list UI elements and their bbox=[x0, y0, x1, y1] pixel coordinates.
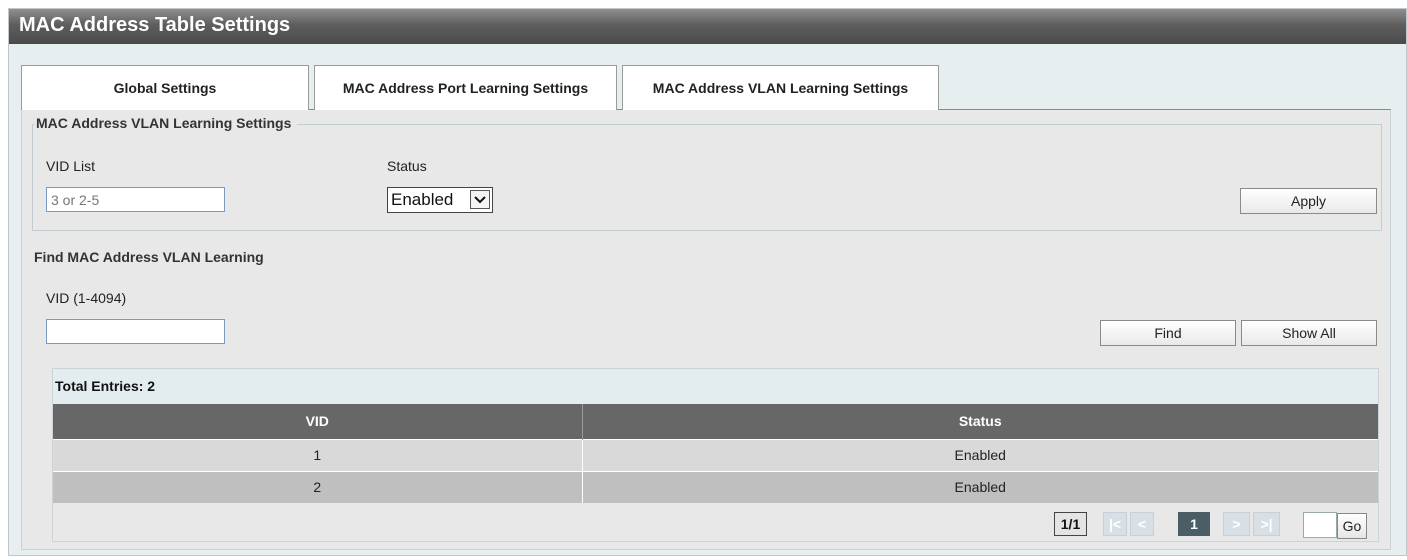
cell-status: Enabled bbox=[582, 470, 1378, 503]
column-header-status: Status bbox=[582, 404, 1378, 439]
tab-vlan-learning-settings[interactable]: MAC Address VLAN Learning Settings bbox=[622, 65, 939, 111]
cell-vid: 2 bbox=[53, 470, 583, 503]
entries-table-container: Total Entries: 2 VID Status 1 Enabled 2 bbox=[52, 368, 1379, 542]
chevron-down-icon[interactable] bbox=[470, 190, 490, 209]
cell-vid: 1 bbox=[53, 438, 583, 471]
vid-list-label: VID List bbox=[46, 158, 96, 174]
current-page-button[interactable]: 1 bbox=[1178, 512, 1210, 536]
last-page-button[interactable]: >| bbox=[1253, 512, 1280, 536]
find-button[interactable]: Find bbox=[1100, 320, 1236, 346]
vid-input[interactable] bbox=[46, 319, 225, 344]
table-row: 1 Enabled bbox=[53, 438, 1378, 471]
first-page-button[interactable]: |< bbox=[1103, 512, 1127, 536]
show-all-button[interactable]: Show All bbox=[1241, 320, 1377, 346]
status-label: Status bbox=[387, 158, 427, 174]
status-select-value: Enabled bbox=[391, 190, 454, 209]
vid-label: VID (1-4094) bbox=[46, 290, 127, 306]
column-header-vid: VID bbox=[53, 404, 583, 439]
status-select[interactable]: Enabled bbox=[387, 187, 493, 213]
page-info: 1/1 bbox=[1054, 512, 1087, 536]
table-row: 2 Enabled bbox=[53, 470, 1378, 503]
main-frame: MAC Address Table Settings Global Settin… bbox=[8, 8, 1407, 556]
settings-fieldset bbox=[32, 124, 1382, 230]
tab-global-settings[interactable]: Global Settings bbox=[21, 65, 309, 110]
go-button[interactable]: Go bbox=[1337, 513, 1367, 539]
tab-panel: MAC Address VLAN Learning Settings VID L… bbox=[21, 110, 1391, 550]
section-divider bbox=[32, 230, 1382, 231]
entries-table: VID Status 1 Enabled 2 Enabled bbox=[53, 404, 1378, 503]
cell-status: Enabled bbox=[582, 438, 1378, 471]
page-number-input[interactable] bbox=[1303, 512, 1337, 538]
settings-legend: MAC Address VLAN Learning Settings bbox=[34, 115, 298, 131]
tab-bar: Global Settings MAC Address Port Learnin… bbox=[21, 65, 1391, 111]
pagination: 1/1 |< < 1 > >| Go bbox=[53, 512, 1378, 539]
find-heading: Find MAC Address VLAN Learning bbox=[34, 249, 264, 265]
page-title: MAC Address Table Settings bbox=[9, 9, 1406, 44]
prev-page-button[interactable]: < bbox=[1130, 512, 1154, 536]
next-page-button[interactable]: > bbox=[1223, 512, 1250, 536]
tab-port-learning-settings[interactable]: MAC Address Port Learning Settings bbox=[314, 65, 617, 110]
apply-button[interactable]: Apply bbox=[1240, 188, 1377, 214]
total-entries: Total Entries: 2 bbox=[53, 369, 1378, 404]
vid-list-input[interactable] bbox=[46, 187, 225, 212]
